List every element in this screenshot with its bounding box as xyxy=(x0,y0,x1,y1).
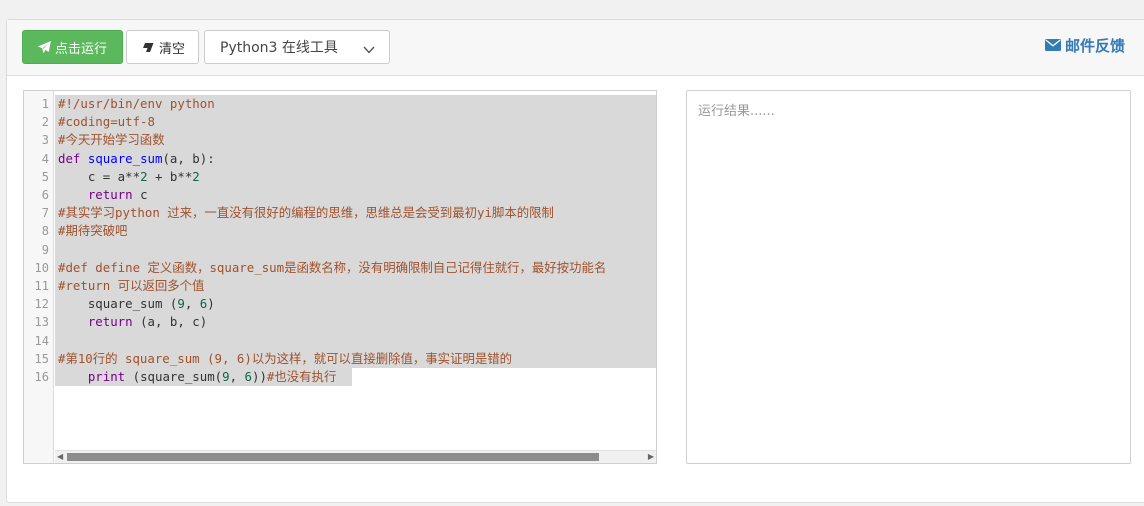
code-line: return c xyxy=(87,187,148,202)
code-line: #def define 定义函数，square_sum是函数名称，没有明确限制自… xyxy=(58,259,607,275)
email-feedback-link[interactable]: 邮件反馈 xyxy=(1045,34,1125,56)
line-number: 7 xyxy=(41,206,49,221)
scroll-left-icon[interactable]: ◀ xyxy=(57,452,63,461)
line-number: 6 xyxy=(41,188,49,202)
clear-button-label: 清空 xyxy=(158,41,185,57)
line-number: 2 xyxy=(41,115,49,130)
scroll-right-icon[interactable]: ▶ xyxy=(648,452,654,461)
paper-plane-icon xyxy=(38,41,51,53)
tool-panel: 点击运行 清空 Python3 在线工具 邮件反馈 1 2 3 4 5 6 7 … xyxy=(6,19,1144,503)
run-button[interactable]: 点击运行 xyxy=(22,30,123,64)
language-select-value: Python3 在线工具 xyxy=(220,40,338,56)
horizontal-scrollbar[interactable]: ◀ ▶ xyxy=(55,450,656,463)
chevron-down-icon xyxy=(363,42,375,58)
line-number: 12 xyxy=(34,297,49,312)
code-line: #今天开始学习函数 xyxy=(58,132,165,148)
result-placeholder: 运行结果...... xyxy=(698,104,775,119)
code-line: c = a**2 + b**2 xyxy=(58,168,200,184)
envelope-icon xyxy=(1045,39,1061,51)
line-number: 14 xyxy=(34,333,49,348)
code-line: #第10行的 square_sum (9, 6)以为这样，就可以直接删除值，事实… xyxy=(58,350,513,366)
line-number: 10 xyxy=(34,260,49,275)
language-select[interactable]: Python3 在线工具 xyxy=(204,30,390,64)
line-number: 3 xyxy=(41,133,49,148)
line-number: 16 xyxy=(34,370,49,384)
line-number: 9 xyxy=(41,242,49,257)
line-number: 11 xyxy=(34,279,49,293)
line-number-gutter: 1 2 3 4 5 6 7 8 9 10 11 12 13 14 15 16 xyxy=(24,91,54,463)
code-area[interactable]: #!/usr/bin/env python #coding=utf-8 #今天开… xyxy=(55,91,656,463)
line-number: 8 xyxy=(41,224,49,239)
line-number: 5 xyxy=(41,169,49,184)
line-number: 15 xyxy=(34,351,49,366)
code-editor[interactable]: 1 2 3 4 5 6 7 8 9 10 11 12 13 14 15 16 #… xyxy=(23,90,657,464)
line-number: 13 xyxy=(34,315,49,330)
code-line: #return 可以返回多个值 xyxy=(58,278,205,293)
line-number: 4 xyxy=(41,151,49,166)
toolbar: 点击运行 清空 Python3 在线工具 邮件反馈 xyxy=(7,20,1144,76)
line-number: 1 xyxy=(41,97,49,111)
code-line: print (square_sum(9, 6))#也没有执行 xyxy=(87,369,337,384)
eraser-icon xyxy=(140,42,155,53)
code-line: #其实学习python 过来，一直没有很好的编程的思维，思维总是会受到最初yi脚… xyxy=(58,205,554,221)
run-button-label: 点击运行 xyxy=(54,41,107,57)
code-line: def square_sum(a, b): xyxy=(58,150,215,166)
code-line: #coding=utf-8 xyxy=(58,114,155,130)
clear-button[interactable]: 清空 xyxy=(126,30,199,64)
scrollbar-thumb[interactable] xyxy=(67,453,599,461)
email-feedback-label: 邮件反馈 xyxy=(1065,36,1126,55)
code-line: square_sum (9, 6) xyxy=(58,296,215,312)
code-line: return (a, b, c) xyxy=(87,314,208,330)
code-line: #!/usr/bin/env python xyxy=(58,96,215,111)
code-line: #期待突破吧 xyxy=(58,223,128,239)
result-output[interactable]: 运行结果...... xyxy=(686,90,1131,464)
